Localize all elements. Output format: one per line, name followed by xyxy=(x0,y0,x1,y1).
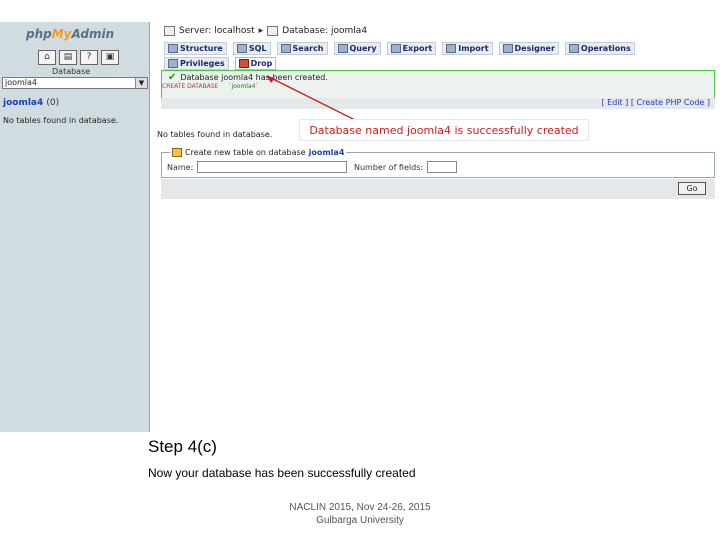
tabs-row-2: Privileges Drop xyxy=(164,57,277,70)
database-link[interactable]: joomla4 (0) xyxy=(3,98,59,108)
no-tables-message: No tables found in database. xyxy=(157,130,273,139)
edit-links[interactable]: [ Edit ] [ Create PHP Code ] xyxy=(601,98,710,107)
tabs-row-1: Structure SQL Search Query Export Import… xyxy=(164,42,635,55)
no-tables-text: No tables found in database. xyxy=(3,116,119,125)
privileges-icon xyxy=(168,59,178,68)
check-icon: ✔ xyxy=(168,72,177,83)
server-icon xyxy=(164,26,175,36)
callout-annotation: Database named joomla4 is successfully c… xyxy=(299,119,589,141)
home-icon[interactable]: ⌂ xyxy=(38,50,56,65)
breadcrumb: Server: localhost ▸ Database: joomla4 xyxy=(164,26,367,36)
quick-icons: ⌂ ▤ ? ▣ xyxy=(38,50,119,65)
main-frame: Server: localhost ▸ Database: joomla4 St… xyxy=(154,22,720,432)
step-description: Now your database has been successfully … xyxy=(148,466,416,480)
tab-export[interactable]: Export xyxy=(386,42,437,55)
breadcrumb-database[interactable]: Database: joomla4 xyxy=(282,26,367,36)
tab-operations[interactable]: Operations xyxy=(564,42,635,55)
tab-query[interactable]: Query xyxy=(333,42,381,55)
help-icon[interactable]: ▣ xyxy=(101,50,119,65)
tab-privileges[interactable]: Privileges xyxy=(164,57,229,70)
create-table-legend: Create new table on database joomla4 xyxy=(170,148,347,157)
step-title: Step 4(c) xyxy=(148,437,217,456)
tab-designer[interactable]: Designer xyxy=(498,42,559,55)
tab-search[interactable]: Search xyxy=(276,42,328,55)
database-select[interactable]: joomla4 ▼ xyxy=(2,77,148,89)
table-name-input[interactable] xyxy=(197,161,347,173)
export-icon xyxy=(390,44,401,53)
tab-sql[interactable]: SQL xyxy=(232,42,271,55)
docs-icon[interactable]: ? xyxy=(80,50,98,65)
chevron-down-icon: ▼ xyxy=(135,78,147,88)
database-label: Database xyxy=(52,67,91,76)
designer-icon xyxy=(502,44,513,53)
name-label: Name: xyxy=(167,163,194,172)
tab-drop[interactable]: Drop xyxy=(234,57,277,70)
search-icon xyxy=(280,44,291,53)
import-icon xyxy=(446,44,457,53)
sql-icon xyxy=(236,44,247,53)
tab-import[interactable]: Import xyxy=(442,42,493,55)
breadcrumb-server[interactable]: Server: localhost xyxy=(179,26,255,36)
go-bar xyxy=(161,179,715,199)
footer-conference: NACLIN 2015, Nov 24-26, 2015 xyxy=(289,502,431,513)
screenshot-frame: phpMyAdmin ⌂ ▤ ? ▣ Database joomla4 ▼ joo… xyxy=(0,22,720,432)
structure-icon xyxy=(168,44,178,53)
operations-icon xyxy=(568,44,579,53)
phpmyadmin-logo[interactable]: phpMyAdmin xyxy=(26,27,114,41)
sql-icon[interactable]: ▤ xyxy=(59,50,77,65)
query-icon xyxy=(337,44,348,53)
go-button[interactable]: Go xyxy=(678,182,706,195)
number-of-fields-input[interactable] xyxy=(427,161,457,173)
new-table-icon xyxy=(172,148,182,157)
tab-structure[interactable]: Structure xyxy=(164,42,227,55)
navigation-frame: phpMyAdmin ⌂ ▤ ? ▣ Database joomla4 ▼ joo… xyxy=(0,22,150,432)
sql-query-row: CREATE DATABASE `joomla4` xyxy=(162,83,259,90)
database-icon xyxy=(267,26,279,36)
footer-university: Gulbarga University xyxy=(316,515,404,526)
fields-label: Number of fields: xyxy=(354,163,424,172)
breadcrumb-separator-icon: ▸ xyxy=(258,26,264,36)
drop-icon xyxy=(238,59,249,68)
